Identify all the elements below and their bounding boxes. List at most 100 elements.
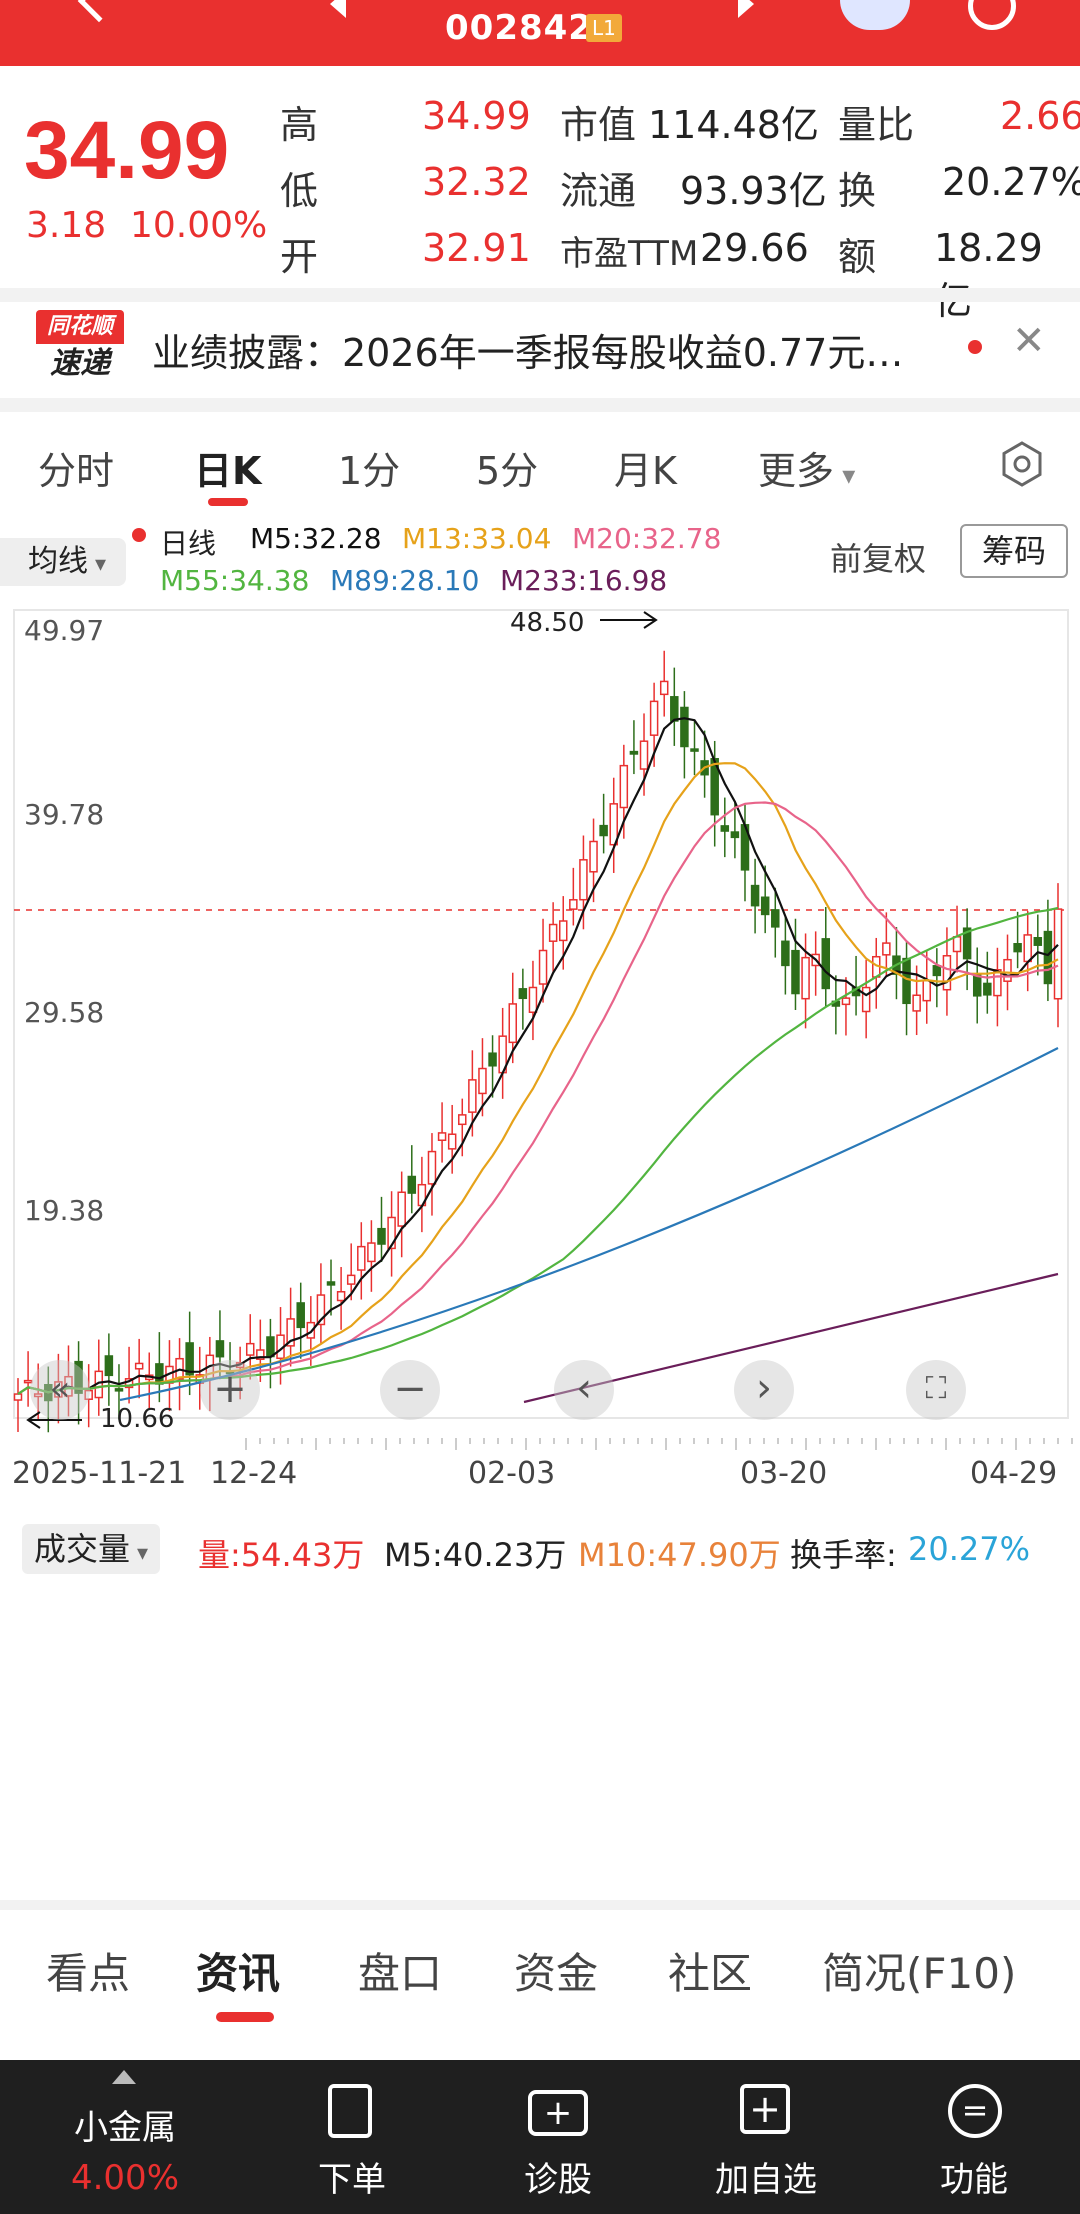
candle-body [185,1342,194,1376]
candle-body [619,764,629,809]
add-watchlist-button[interactable]: 加自选 [666,2152,866,2201]
candle-body [104,1355,114,1377]
candle-body [659,680,669,696]
pe-value: 29.66 [700,226,809,270]
unread-dot [968,340,982,354]
pan-right-icon[interactable]: › [734,1360,794,1420]
order-button[interactable]: 下单 [252,2152,452,2201]
volume-ratio-value: 2.66 [1000,94,1080,138]
tab-f10[interactable]: 简况(F10) [822,1940,1016,2001]
next-stock-icon[interactable] [738,0,754,18]
candle-body [579,859,588,901]
open-label: 开 [280,235,319,279]
tab-5min[interactable]: 5分 [476,440,538,495]
open-value: 32.91 [422,226,531,270]
tab-community[interactable]: 社区 [668,1940,752,2001]
close-icon[interactable]: ✕ [1012,318,1046,364]
candle-body [680,706,689,748]
tab-daily-k[interactable]: 日K [194,440,261,495]
candle-body [447,1133,457,1150]
assistant-icon[interactable] [840,0,910,30]
candle-body [599,824,608,837]
candle-body [841,997,851,1006]
y-tick-label: 29.58 [24,996,105,1029]
tab-highlights[interactable]: 看点 [46,1940,130,2001]
candle-body [902,957,911,1005]
volume-m5: M5:40.23万 [384,1536,567,1574]
divider [0,288,1080,302]
sector-name[interactable]: 小金属 [0,2100,250,2149]
functions-button[interactable]: 功能 [874,2152,1074,2201]
volume-m10: M10:47.90万 [578,1536,781,1574]
candle-body [458,1114,467,1126]
ma55-line [17,906,1059,1395]
candle-body [720,825,730,832]
candle-body [781,940,790,967]
tab-more[interactable]: 更多 ▾ [758,440,855,495]
high-label: 高 [280,103,319,147]
chip-button[interactable]: 筹码 [960,524,1068,578]
news-headline[interactable]: 业绩披露：2026年一季报每股收益0.77元… [152,322,903,377]
tab-funds[interactable]: 资金 [514,1940,598,2001]
candle-body [114,1388,124,1392]
candle-body [861,986,871,1013]
sector-pct: 4.00% [70,2158,179,2198]
tab-monthly-k[interactable]: 月K [614,440,677,495]
search-icon[interactable] [968,0,1016,30]
low-label: 低 [280,169,319,213]
candle-body [983,982,992,996]
high-marker-label: 48.50 [510,608,585,638]
float-cap-label: 流通 [560,169,637,213]
pan-left-icon[interactable]: ‹ [554,1360,614,1420]
candle-body [326,1281,336,1286]
ma55-label: M55:34.38 [160,564,310,597]
y-tick-label: 49.97 [24,614,105,647]
adjust-mode[interactable]: 前复权 [830,534,926,580]
back-icon[interactable] [77,0,121,23]
order-icon[interactable] [328,2084,372,2138]
candle-body [377,1227,386,1245]
expand-up-icon[interactable] [112,2070,136,2084]
candle-body [750,884,760,907]
settings-icon[interactable] [998,440,1046,488]
prev-stock-icon[interactable] [330,0,346,18]
candle-body [528,986,538,1013]
bottom-dock: 小金属 4.00% 下单 + 诊股 + 加自选 = 功能 [0,2060,1080,2214]
candle-body [932,965,942,977]
volume-selector[interactable]: 成交量 ▾ [22,1524,161,1574]
ma233-label: M233:16.98 [500,564,668,597]
ma20-label: M20:32.78 [572,522,722,555]
candle-body [1003,958,1012,982]
y-tick-label: 19.38 [24,1194,105,1227]
zoom-out-icon[interactable]: − [380,1360,440,1420]
volume-ratio-label: 量比 [838,103,915,147]
tab-news[interactable]: 资讯 [196,1940,280,2001]
candle-body [760,896,770,916]
diagnose-icon[interactable]: + [528,2090,588,2136]
y-tick-label: 39.78 [24,798,105,831]
tab-intraday[interactable]: 分时 [38,440,114,495]
candle-body [407,1175,417,1194]
candle-body [336,1291,346,1302]
rewind-icon[interactable]: « [30,1360,90,1420]
candle-body [13,1393,23,1401]
low-marker-label: 10.66 [100,1404,175,1434]
menu-icon[interactable]: = [948,2084,1002,2138]
zoom-in-icon[interactable]: + [200,1360,260,1420]
line-dot [132,528,146,542]
fullscreen-icon[interactable]: ⛶ [906,1360,966,1420]
tab-orderbook[interactable]: 盘口 [358,1940,442,2001]
candle-body [357,1245,366,1271]
add-watchlist-icon[interactable]: + [740,2084,790,2134]
candle-body [1023,934,1032,963]
ma-selector[interactable]: 均线 ▾ [0,538,126,586]
candle-body [690,748,699,752]
line-type: 日线 [160,527,217,560]
candle-body [508,1003,518,1044]
candle-body [478,1067,487,1095]
divider [0,398,1080,412]
tab-1min[interactable]: 1分 [338,440,400,495]
turnover-rate-label: 换手率: [790,1536,897,1574]
candle-body [215,1340,225,1358]
diagnose-button[interactable]: 诊股 [458,2152,658,2201]
